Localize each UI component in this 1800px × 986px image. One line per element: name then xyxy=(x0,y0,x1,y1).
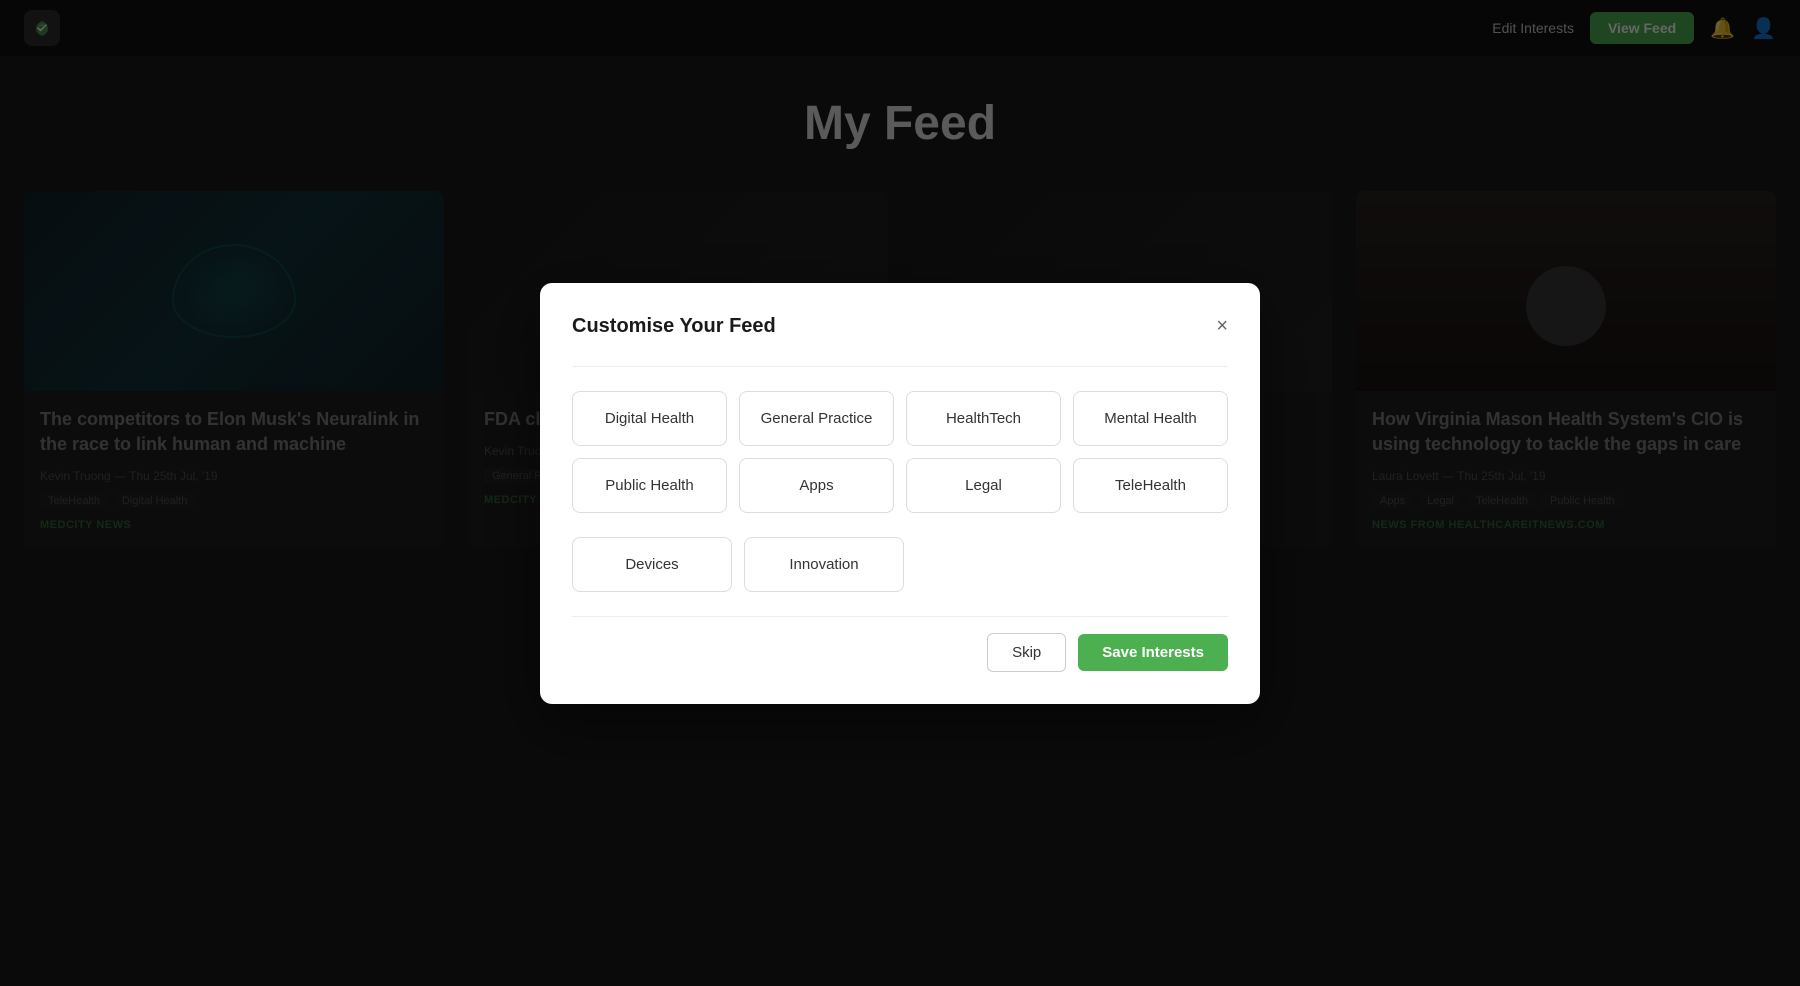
interest-tag-general-practice[interactable]: General Practice xyxy=(739,391,894,446)
modal-divider xyxy=(572,366,1228,367)
modal-footer: Skip Save Interests xyxy=(572,616,1228,672)
interest-tag-mental-health[interactable]: Mental Health xyxy=(1073,391,1228,446)
interest-tag-healthtech[interactable]: HealthTech xyxy=(906,391,1061,446)
interest-tag-devices[interactable]: Devices xyxy=(572,537,732,592)
interest-tag-legal[interactable]: Legal xyxy=(906,458,1061,513)
modal-close-button[interactable]: × xyxy=(1216,316,1228,336)
interest-tag-public-health[interactable]: Public Health xyxy=(572,458,727,513)
interests-grid: Digital Health General Practice HealthTe… xyxy=(572,391,1228,513)
interest-tag-digital-health[interactable]: Digital Health xyxy=(572,391,727,446)
modal-title: Customise Your Feed xyxy=(572,315,776,338)
modal: Customise Your Feed × Digital Health Gen… xyxy=(540,283,1260,704)
skip-button[interactable]: Skip xyxy=(987,633,1066,672)
interests-row-3: Devices Innovation xyxy=(572,537,1228,592)
interest-tag-innovation[interactable]: Innovation xyxy=(744,537,904,592)
modal-header: Customise Your Feed × xyxy=(572,315,1228,338)
modal-overlay: Customise Your Feed × Digital Health Gen… xyxy=(0,0,1800,986)
interest-tag-apps[interactable]: Apps xyxy=(739,458,894,513)
interest-tag-telehealth[interactable]: TeleHealth xyxy=(1073,458,1228,513)
save-interests-button[interactable]: Save Interests xyxy=(1078,634,1228,671)
